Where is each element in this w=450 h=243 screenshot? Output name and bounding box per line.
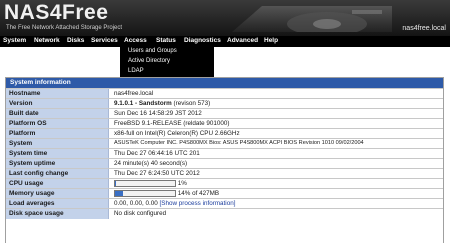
row-value: Thu Dec 27 6:24:50 UTC 2012: [114, 170, 200, 177]
show-process-information-link[interactable]: [Show process information]: [160, 200, 236, 207]
nav-access[interactable]: Access: [124, 37, 147, 47]
row-value: 14% of 427MB: [114, 190, 219, 197]
memory-usage-bar-fill: [115, 191, 124, 196]
row-value: FreeBSD 9.1-RELEASE (reldate 901000): [114, 120, 230, 127]
memory-usage-bar: [114, 190, 176, 197]
row-label: CPU usage: [9, 180, 44, 187]
table-row: Disk space usage No disk configured: [6, 208, 443, 219]
row-key-cell: Disk space usage: [6, 209, 109, 219]
row-value: 0.00, 0.00, 0.00 [Show process informati…: [114, 200, 235, 207]
row-label: Disk space usage: [9, 210, 64, 217]
row-value: Thu Dec 27 06:44:16 UTC 201: [114, 150, 200, 157]
row-label: Last config change: [9, 170, 69, 177]
row-label: Platform: [9, 130, 36, 137]
nav-diagnostics[interactable]: Diagnostics: [184, 37, 221, 47]
nav-system[interactable]: System: [3, 37, 26, 47]
row-label: System uptime: [9, 160, 56, 167]
row-label: Hostname: [9, 90, 41, 97]
row-value: ASUSTeK Computer INC. P4S800MX Bios: ASU…: [114, 140, 364, 146]
menu-item-active-directory[interactable]: Active Directory: [128, 58, 170, 64]
row-label: Built date: [9, 110, 39, 117]
nav-help[interactable]: Help: [264, 37, 278, 47]
system-information-header: System information: [6, 78, 443, 88]
row-value: 24 minute(s) 40 second(s): [114, 160, 188, 167]
load-averages-value: 0.00, 0.00, 0.00: [114, 200, 158, 207]
row-value: 1%: [114, 180, 187, 187]
menu-item-users-and-groups[interactable]: Users and Groups: [128, 48, 177, 54]
row-label: System time: [9, 150, 48, 157]
tagline: The Free Network Attached Storage Projec…: [6, 25, 123, 31]
system-information-panel: System information Hostname nas4free.loc…: [5, 77, 444, 243]
version-revision: (revison 573): [171, 100, 211, 107]
version-name: 9.1.0.1 - Sandstorm: [114, 100, 172, 107]
row-value: 9.1.0.1 - Sandstorm (revison 573): [114, 100, 210, 107]
access-dropdown-menu: Users and Groups Active Directory LDAP: [120, 47, 214, 77]
cpu-usage-bar-fill: [115, 181, 116, 186]
row-value: x86-full on Intel(R) Celeron(R) CPU 2.66…: [114, 130, 240, 137]
nas4free-logo[interactable]: NAS4Free: [4, 1, 108, 25]
nav-network[interactable]: Network: [34, 37, 60, 47]
row-label: Platform OS: [9, 120, 47, 127]
row-value: Sun Dec 16 14:58:29 JST 2012: [114, 110, 202, 117]
row-label: System: [9, 140, 33, 147]
row-label: Memory usage: [9, 190, 55, 197]
row-label: Version: [9, 100, 33, 107]
row-value: nas4free.local: [114, 90, 154, 97]
nav-services[interactable]: Services: [91, 37, 118, 47]
nav-status[interactable]: Status: [156, 37, 176, 47]
nav-advanced[interactable]: Advanced: [227, 37, 258, 47]
cpu-usage-bar: [114, 180, 176, 187]
main-nav: System Network Disks Services Access Sta…: [0, 36, 450, 47]
row-value: No disk configured: [114, 210, 167, 217]
memory-usage-value: 14% of 427MB: [177, 190, 220, 198]
hard-disk-illustration: [232, 6, 392, 32]
menu-item-ldap[interactable]: LDAP: [128, 68, 144, 74]
nav-disks[interactable]: Disks: [67, 37, 84, 47]
cpu-usage-value: 1%: [177, 180, 187, 188]
system-information-title: System information: [10, 79, 71, 86]
row-label: Load averages: [9, 200, 55, 207]
header-hostname: nas4free.local: [402, 25, 446, 32]
header-banner: NAS4Free The Free Network Attached Stora…: [0, 0, 450, 36]
